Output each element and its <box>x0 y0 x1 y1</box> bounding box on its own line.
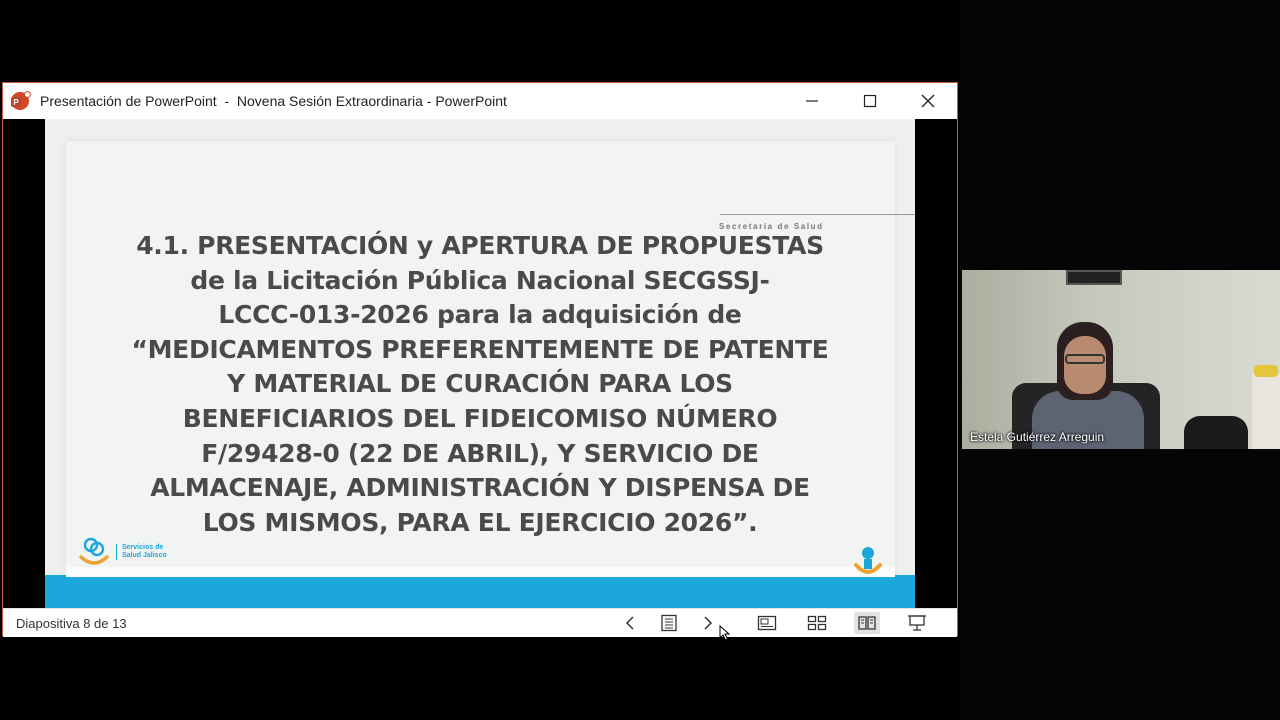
slide-line: LCCC-013-2026 para la adquisición de <box>218 300 742 330</box>
slide[interactable]: Secretaría de Salud 4.1. PRESENTACIÓN y … <box>45 119 915 608</box>
shelf <box>1252 374 1280 449</box>
normal-view-icon <box>757 615 777 631</box>
participant-video-tile[interactable]: Estela Gutiérrez Arreguin <box>962 270 1280 449</box>
chevron-right-icon <box>704 616 713 630</box>
participant-name: Estela Gutiérrez Arreguin <box>970 430 1105 444</box>
ssj-logo-icon <box>79 537 109 565</box>
next-slide-button[interactable] <box>695 612 721 634</box>
department-divider <box>720 214 915 215</box>
previous-slide-button[interactable] <box>617 612 643 634</box>
slide-line: ALMACENAJE, ADMINISTRACIÓN Y DISPENSA DE <box>150 473 810 503</box>
wall-picture <box>1066 270 1122 285</box>
slide-accent-band <box>45 575 915 608</box>
slide-list-icon <box>661 614 677 632</box>
glasses <box>1065 354 1105 364</box>
logo-text-line: Salud Jalisco <box>122 552 167 559</box>
slide-counter: Diapositiva 8 de 13 <box>16 616 127 631</box>
slide-line: 4.1. PRESENTACIÓN y APERTURA DE PROPUEST… <box>136 231 824 260</box>
close-button[interactable] <box>899 83 957 119</box>
normal-view-button[interactable] <box>754 612 780 634</box>
chevron-left-icon <box>625 616 634 630</box>
maximize-icon <box>863 94 877 108</box>
powerpoint-app-icon: P <box>11 91 31 111</box>
title-bar: P Presentación de PowerPoint - Novena Se… <box>3 83 957 119</box>
slide-line: LOS MISMOS, PARA EL EJERCICIO 2026”. <box>202 507 758 537</box>
slide-line: de la Licitación Pública Nacional SECGSS… <box>190 265 770 295</box>
maximize-button[interactable] <box>841 83 899 119</box>
slideshow-button[interactable] <box>904 612 930 634</box>
slide-line: Y MATERIAL DE CURACIÓN PARA LOS <box>227 369 733 399</box>
jalisco-emblem-icon <box>854 547 882 574</box>
reading-view-icon <box>858 616 876 630</box>
yellow-object <box>1254 365 1278 377</box>
servicios-salud-jalisco-logo: Servicios de Salud Jalisco <box>78 535 167 569</box>
slide-line: BENEFICIARIOS DEL FIDEICOMISO NÚMERO <box>182 403 778 433</box>
participant-face <box>1064 336 1106 394</box>
slide-stage: Secretaría de Salud 4.1. PRESENTACIÓN y … <box>3 119 957 608</box>
minimize-icon <box>806 100 818 102</box>
minimize-button[interactable] <box>783 83 841 119</box>
close-icon <box>921 94 935 108</box>
window-title: Presentación de PowerPoint - Novena Sesi… <box>40 93 507 109</box>
grid-view-icon <box>807 615 827 631</box>
slide-body-text: 4.1. PRESENTACIÓN y APERTURA DE PROPUEST… <box>100 229 860 540</box>
jalisco-emblem-logo <box>851 545 885 586</box>
slide-panel-footer <box>66 567 895 577</box>
reading-view-button[interactable] <box>854 612 880 634</box>
bag <box>1184 416 1248 449</box>
powerpoint-window: P Presentación de PowerPoint - Novena Se… <box>2 82 958 637</box>
status-bar: Diapositiva 8 de 13 <box>3 608 957 637</box>
logo-text-line: Servicios de <box>122 544 164 551</box>
slide-menu-button[interactable] <box>656 612 682 634</box>
slide-line: F/29428-0 (22 DE ABRIL), Y SERVICIO DE <box>201 438 759 468</box>
slide-sorter-button[interactable] <box>804 612 830 634</box>
mouse-cursor-icon <box>719 625 731 641</box>
slide-line: “MEDICAMENTOS PREFERENTEMENTE DE PATENTE <box>131 334 829 364</box>
slideshow-icon <box>908 615 926 631</box>
